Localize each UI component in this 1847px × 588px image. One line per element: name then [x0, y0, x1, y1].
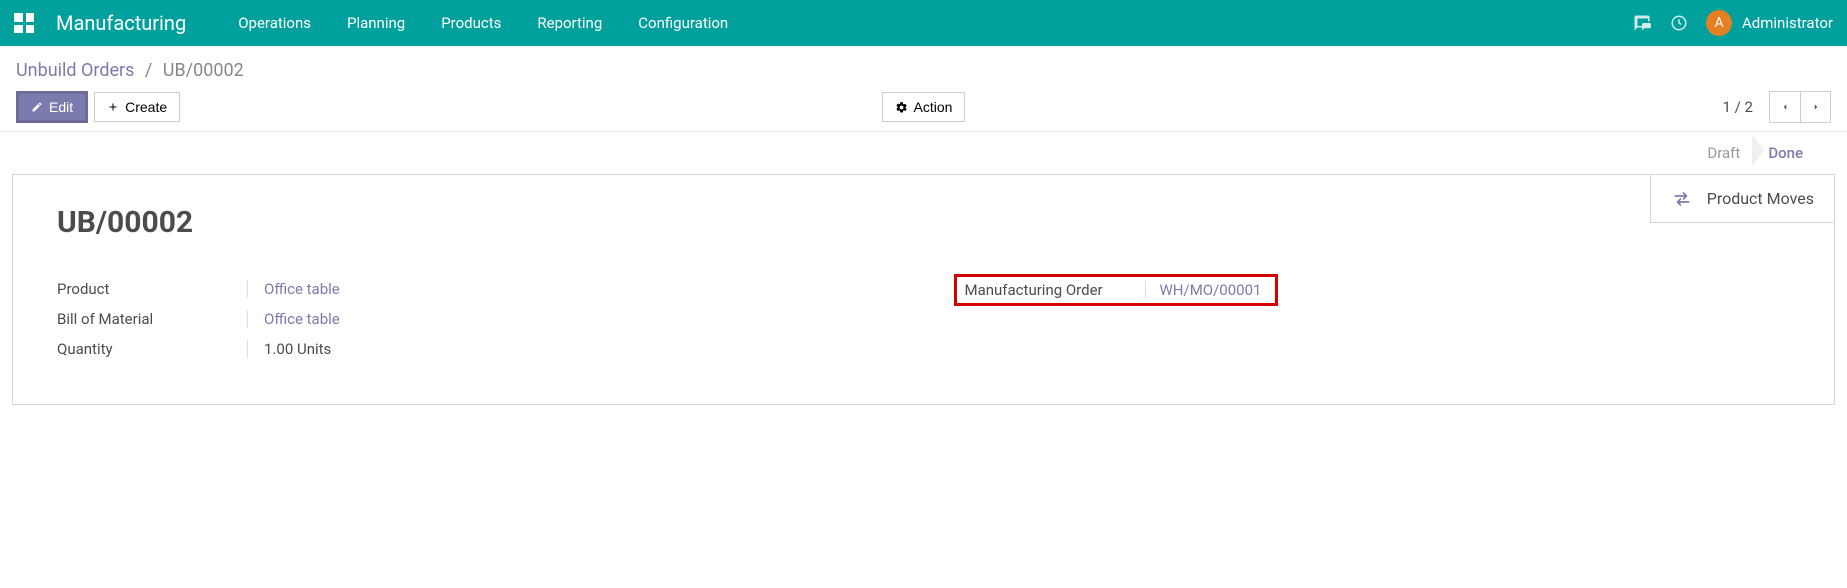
- status-draft[interactable]: Draft: [1693, 144, 1754, 162]
- plus-icon: [107, 101, 119, 113]
- navbar-left: Manufacturing Operations Planning Produc…: [14, 2, 746, 44]
- edit-button[interactable]: Edit: [16, 91, 88, 123]
- pencil-icon: [31, 101, 43, 113]
- chevron-right-icon: [1811, 100, 1821, 114]
- form-left-column: Product Office table Bill of Material Of…: [57, 274, 894, 364]
- app-brand[interactable]: Manufacturing: [56, 11, 186, 35]
- pager-next-button[interactable]: [1800, 92, 1830, 122]
- action-button-label: Action: [914, 99, 953, 115]
- product-moves-label: Product Moves: [1707, 189, 1814, 208]
- status-arrow-icon: [1752, 134, 1764, 166]
- label-product: Product: [57, 280, 247, 298]
- field-quantity: Quantity 1.00 Units: [57, 334, 894, 364]
- gear-icon: [895, 101, 908, 114]
- label-bom: Bill of Material: [57, 310, 247, 328]
- form-sheet: Product Moves UB/00002 Product Office ta…: [12, 174, 1835, 405]
- nav-menu: Operations Planning Products Reporting C…: [220, 2, 746, 44]
- breadcrumb-separator: /: [145, 60, 152, 81]
- user-name: Administrator: [1742, 14, 1833, 32]
- nav-item-configuration[interactable]: Configuration: [620, 2, 746, 44]
- field-bom: Bill of Material Office table: [57, 304, 894, 334]
- chat-icon[interactable]: [1632, 14, 1652, 32]
- breadcrumb-current: UB/00002: [163, 60, 244, 81]
- chevron-left-icon: [1780, 100, 1790, 114]
- value-bom[interactable]: Office table: [247, 310, 340, 328]
- pager-prev-button[interactable]: [1770, 92, 1800, 122]
- activity-icon[interactable]: [1670, 14, 1688, 32]
- stat-button-box: Product Moves: [1650, 175, 1834, 223]
- label-quantity: Quantity: [57, 340, 247, 358]
- create-button[interactable]: Create: [94, 92, 180, 122]
- breadcrumb: Unbuild Orders / UB/00002: [16, 60, 1831, 81]
- field-product: Product Office table: [57, 274, 894, 304]
- label-manufacturing-order: Manufacturing Order: [965, 281, 1145, 299]
- record-title: UB/00002: [57, 205, 1790, 240]
- form-sheet-wrap: Product Moves UB/00002 Product Office ta…: [0, 174, 1847, 425]
- breadcrumb-root[interactable]: Unbuild Orders: [16, 60, 134, 81]
- nav-item-products[interactable]: Products: [423, 2, 519, 44]
- product-moves-button[interactable]: Product Moves: [1651, 175, 1834, 222]
- pager-buttons: [1769, 91, 1831, 123]
- control-panel: Unbuild Orders / UB/00002 Edit Create Ac…: [0, 46, 1847, 132]
- navbar-right: A Administrator: [1632, 10, 1833, 36]
- create-button-label: Create: [125, 99, 167, 115]
- value-product[interactable]: Office table: [247, 280, 340, 298]
- sheet-content: UB/00002 Product Office table Bill of Ma…: [13, 175, 1834, 404]
- user-menu[interactable]: A Administrator: [1706, 10, 1833, 36]
- exchange-icon: [1671, 190, 1693, 208]
- nav-item-operations[interactable]: Operations: [220, 2, 329, 44]
- nav-item-reporting[interactable]: Reporting: [519, 2, 620, 44]
- form-right-column: Manufacturing Order WH/MO/00001: [954, 274, 1791, 364]
- form-columns: Product Office table Bill of Material Of…: [57, 274, 1790, 364]
- avatar: A: [1706, 10, 1732, 36]
- edit-button-label: Edit: [49, 99, 73, 115]
- status-bar: Draft Done: [0, 132, 1847, 174]
- pager-text[interactable]: 1 / 2: [1723, 98, 1754, 116]
- action-button[interactable]: Action: [882, 92, 966, 122]
- nav-item-planning[interactable]: Planning: [329, 2, 423, 44]
- value-quantity: 1.00 Units: [247, 340, 331, 358]
- top-navbar: Manufacturing Operations Planning Produc…: [0, 0, 1847, 46]
- field-manufacturing-order-highlight: Manufacturing Order WH/MO/00001: [954, 274, 1279, 306]
- apps-icon[interactable]: [14, 13, 34, 33]
- value-manufacturing-order[interactable]: WH/MO/00001: [1145, 281, 1268, 299]
